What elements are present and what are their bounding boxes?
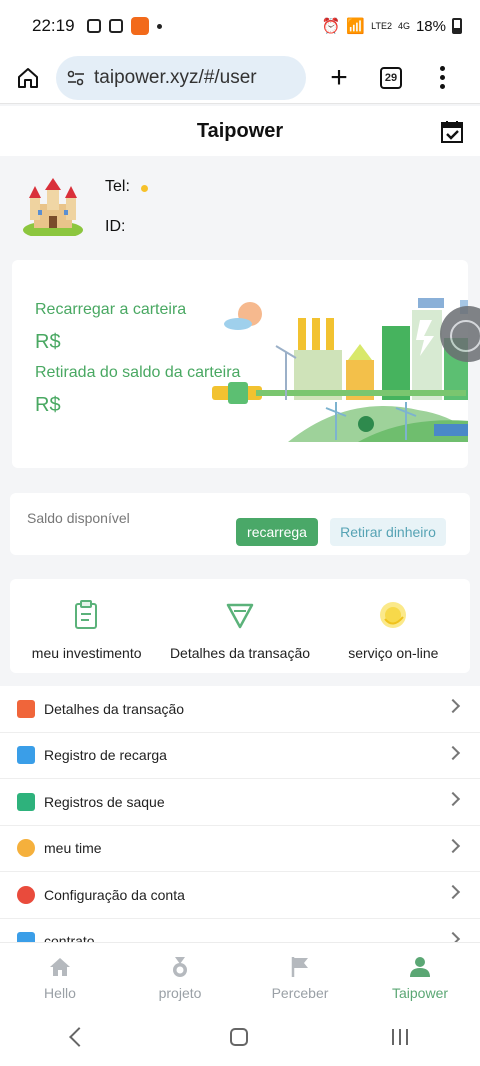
new-tab-button[interactable]: + — [324, 61, 354, 95]
recharge-wallet-label: Recarregar a carteira — [35, 301, 187, 318]
alarm-icon: ⏰ — [321, 18, 341, 35]
home-outline-icon — [18, 67, 38, 88]
browser-home-button[interactable] — [12, 62, 44, 94]
menu-transaction-details[interactable]: Detalhes da transação — [0, 686, 480, 733]
tab-perceber[interactable]: Perceber — [240, 943, 360, 1008]
recharge-icon — [17, 746, 35, 765]
address-bar[interactable]: taipower.xyz/#/user — [56, 55, 306, 100]
menu-item-label: Detalhes da transação — [44, 700, 185, 717]
profile-section: Tel: ID: — [0, 156, 480, 256]
home-button[interactable] — [230, 1028, 248, 1046]
back-button[interactable] — [69, 1027, 89, 1047]
withdraw-icon — [17, 792, 35, 811]
tab-label: Taipower — [391, 985, 449, 1001]
battery-icon — [452, 18, 462, 34]
tab-label: projeto — [158, 985, 202, 1001]
status-bar: 22:19 ⏰ 📶 LTE2 4G 18% — [0, 0, 480, 52]
system-navigation-bar — [0, 1008, 480, 1066]
tab-label: Hello — [44, 985, 76, 1001]
wallet-banner: Recarregar a carteira R$ Retirada do sal… — [12, 260, 468, 468]
url-text: taipower.xyz/#/user — [94, 66, 257, 88]
menu-recharge-records[interactable]: Registro de recarga — [0, 733, 480, 779]
tab-label: Perceber — [271, 985, 329, 1001]
page-header: Taipower — [0, 106, 480, 156]
chevron-right-icon — [445, 931, 461, 942]
menu-contract[interactable]: contrato — [0, 919, 480, 942]
available-balance-label: Saldo disponível — [27, 510, 130, 526]
tab-hello[interactable]: Hello — [0, 943, 120, 1008]
wallet-icon — [17, 699, 35, 718]
settings-icon — [17, 885, 35, 904]
menu-item-label: Registros de saque — [44, 793, 165, 810]
menu-my-team[interactable]: meu time — [0, 826, 480, 872]
screenshot-icon — [86, 19, 101, 33]
shortcut-label: meu investimento — [31, 645, 142, 661]
clock: 22:19 — [32, 16, 75, 35]
triangle-icon — [226, 603, 254, 629]
signal-label: 4G — [397, 21, 410, 31]
tel-label: Tel: — [105, 178, 130, 195]
browser-toolbar: taipower.xyz/#/user + 29 — [0, 52, 480, 104]
menu-item-label: contrato — [44, 933, 95, 942]
id-label: ID: — [105, 218, 126, 235]
bottom-tab-bar: Hello projeto Perceber Taipower — [0, 942, 480, 1008]
chevron-right-icon — [445, 791, 461, 807]
balance-card: Saldo disponível recarrega Retirar dinhe… — [10, 493, 470, 555]
contract-icon — [17, 932, 35, 942]
menu-withdraw-records[interactable]: Registros de saque — [0, 779, 480, 826]
recharge-wallet-value: R$ — [35, 331, 61, 353]
chevron-right-icon — [445, 745, 461, 760]
account-menu: Detalhes da transação Registro de recarg… — [0, 686, 480, 942]
green-city-illustration — [212, 298, 468, 442]
menu-item-label: Configuração da conta — [44, 886, 185, 903]
shortcut-label: serviço on-line — [348, 645, 439, 661]
system-icons: ⏰ 📶 LTE2 4G 18% — [322, 17, 462, 35]
shortcut-online-service[interactable]: serviço on-line — [317, 579, 470, 673]
chevron-right-icon — [445, 838, 461, 853]
calendar-check-icon[interactable] — [440, 120, 464, 144]
status-dot — [141, 185, 148, 192]
wifi-icon: 📶 — [346, 18, 366, 35]
browser-menu-button[interactable] — [440, 66, 445, 89]
avatar — [23, 178, 83, 236]
user-icon — [410, 957, 430, 977]
network-label: LTE2 — [371, 20, 392, 31]
withdraw-wallet-value: R$ — [35, 394, 61, 416]
shortcut-my-investment[interactable]: meu investimento — [10, 579, 163, 673]
battery-percent: 18% — [415, 17, 446, 35]
recharge-button[interactable]: recarrega — [236, 518, 318, 546]
withdraw-button[interactable]: Retirar dinheiro — [330, 518, 446, 546]
more-notifications-icon — [156, 23, 162, 29]
page-title: Taipower — [196, 119, 284, 142]
medal-icon — [173, 957, 187, 977]
tab-projeto[interactable]: projeto — [120, 943, 240, 1008]
shortcut-panel: meu investimento Detalhes da transação s… — [10, 579, 470, 673]
clipboard-icon — [74, 600, 97, 629]
notification-icons — [86, 17, 162, 35]
site-settings-icon[interactable] — [66, 68, 86, 88]
screen-record-icon — [108, 19, 123, 33]
shortcut-label: Detalhes da transação — [169, 645, 311, 661]
app-notification-icon — [130, 17, 149, 35]
chevron-right-icon — [445, 698, 461, 714]
flag-icon — [291, 957, 308, 977]
menu-item-label: Registro de recarga — [44, 747, 167, 764]
tab-taipower[interactable]: Taipower — [360, 943, 480, 1008]
menu-item-label: meu time — [44, 840, 102, 857]
team-icon — [17, 839, 35, 858]
shortcut-transaction-details[interactable]: Detalhes da transação — [163, 579, 316, 673]
recents-button[interactable] — [392, 1029, 408, 1045]
chevron-right-icon — [445, 884, 461, 900]
menu-account-settings[interactable]: Configuração da conta — [0, 872, 480, 919]
tab-switcher-button[interactable]: 29 — [380, 66, 402, 89]
home-icon — [50, 958, 70, 976]
support-icon — [380, 602, 407, 628]
